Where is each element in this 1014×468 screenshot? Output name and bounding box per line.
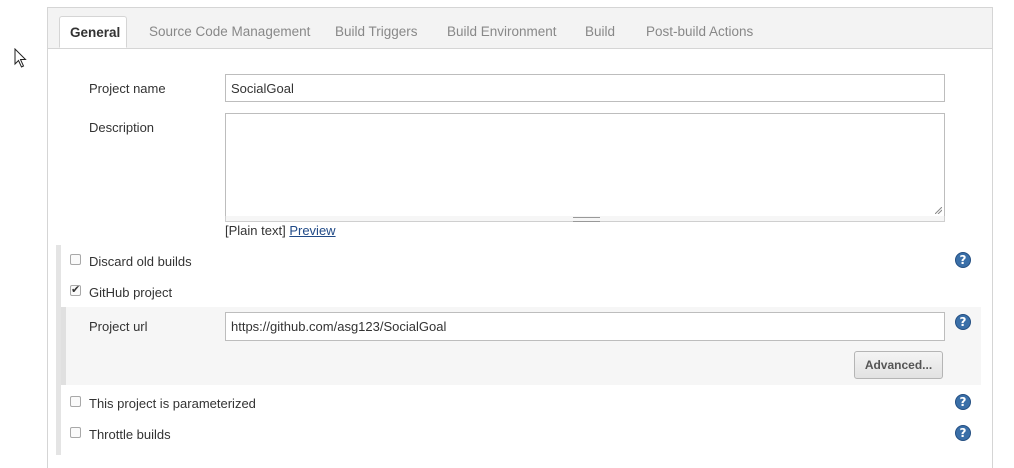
github-project-checkbox[interactable]: ✔	[70, 285, 81, 296]
tab-post-build-actions[interactable]: Post-build Actions	[646, 16, 753, 48]
description-label: Description	[89, 120, 155, 135]
textarea-resize-handle[interactable]	[225, 216, 945, 222]
tab-build-environment[interactable]: Build Environment	[447, 16, 557, 48]
tab-general[interactable]: General	[59, 16, 127, 48]
discard-old-builds-help-icon[interactable]: ?	[955, 252, 971, 268]
throttle-builds-checkbox[interactable]	[70, 427, 81, 438]
config-tab-bar: General Source Code Management Build Tri…	[48, 8, 992, 49]
text-format-hint: [Plain text] Preview	[225, 223, 336, 238]
project-url-help-icon[interactable]: ?	[955, 314, 971, 330]
preview-link[interactable]: Preview	[289, 223, 335, 238]
resize-corner-icon[interactable]	[935, 207, 942, 214]
github-project-details-bar	[61, 307, 66, 385]
parameterized-label: This project is parameterized	[89, 396, 256, 411]
throttle-builds-label: Throttle builds	[89, 427, 171, 442]
project-name-input[interactable]	[225, 74, 945, 102]
project-url-label: Project url	[89, 319, 148, 334]
project-url-input[interactable]	[225, 312, 945, 341]
throttle-builds-help-icon[interactable]: ?	[955, 425, 971, 441]
project-name-label: Project name	[89, 81, 166, 96]
tab-build-triggers[interactable]: Build Triggers	[335, 16, 418, 48]
plain-text-label: [Plain text]	[225, 223, 286, 238]
description-textarea[interactable]	[225, 113, 945, 217]
github-project-label: GitHub project	[89, 285, 173, 300]
discard-old-builds-checkbox[interactable]	[70, 254, 81, 265]
mouse-cursor-icon	[14, 48, 27, 68]
tab-build[interactable]: Build	[585, 16, 615, 48]
resize-grip-icon	[573, 217, 600, 222]
discard-old-builds-label: Discard old builds	[89, 254, 192, 269]
parameterized-checkbox[interactable]	[70, 396, 81, 407]
advanced-button[interactable]: Advanced...	[854, 351, 943, 379]
parameterized-help-icon[interactable]: ?	[955, 394, 971, 410]
tab-source-code-management[interactable]: Source Code Management	[149, 16, 310, 48]
